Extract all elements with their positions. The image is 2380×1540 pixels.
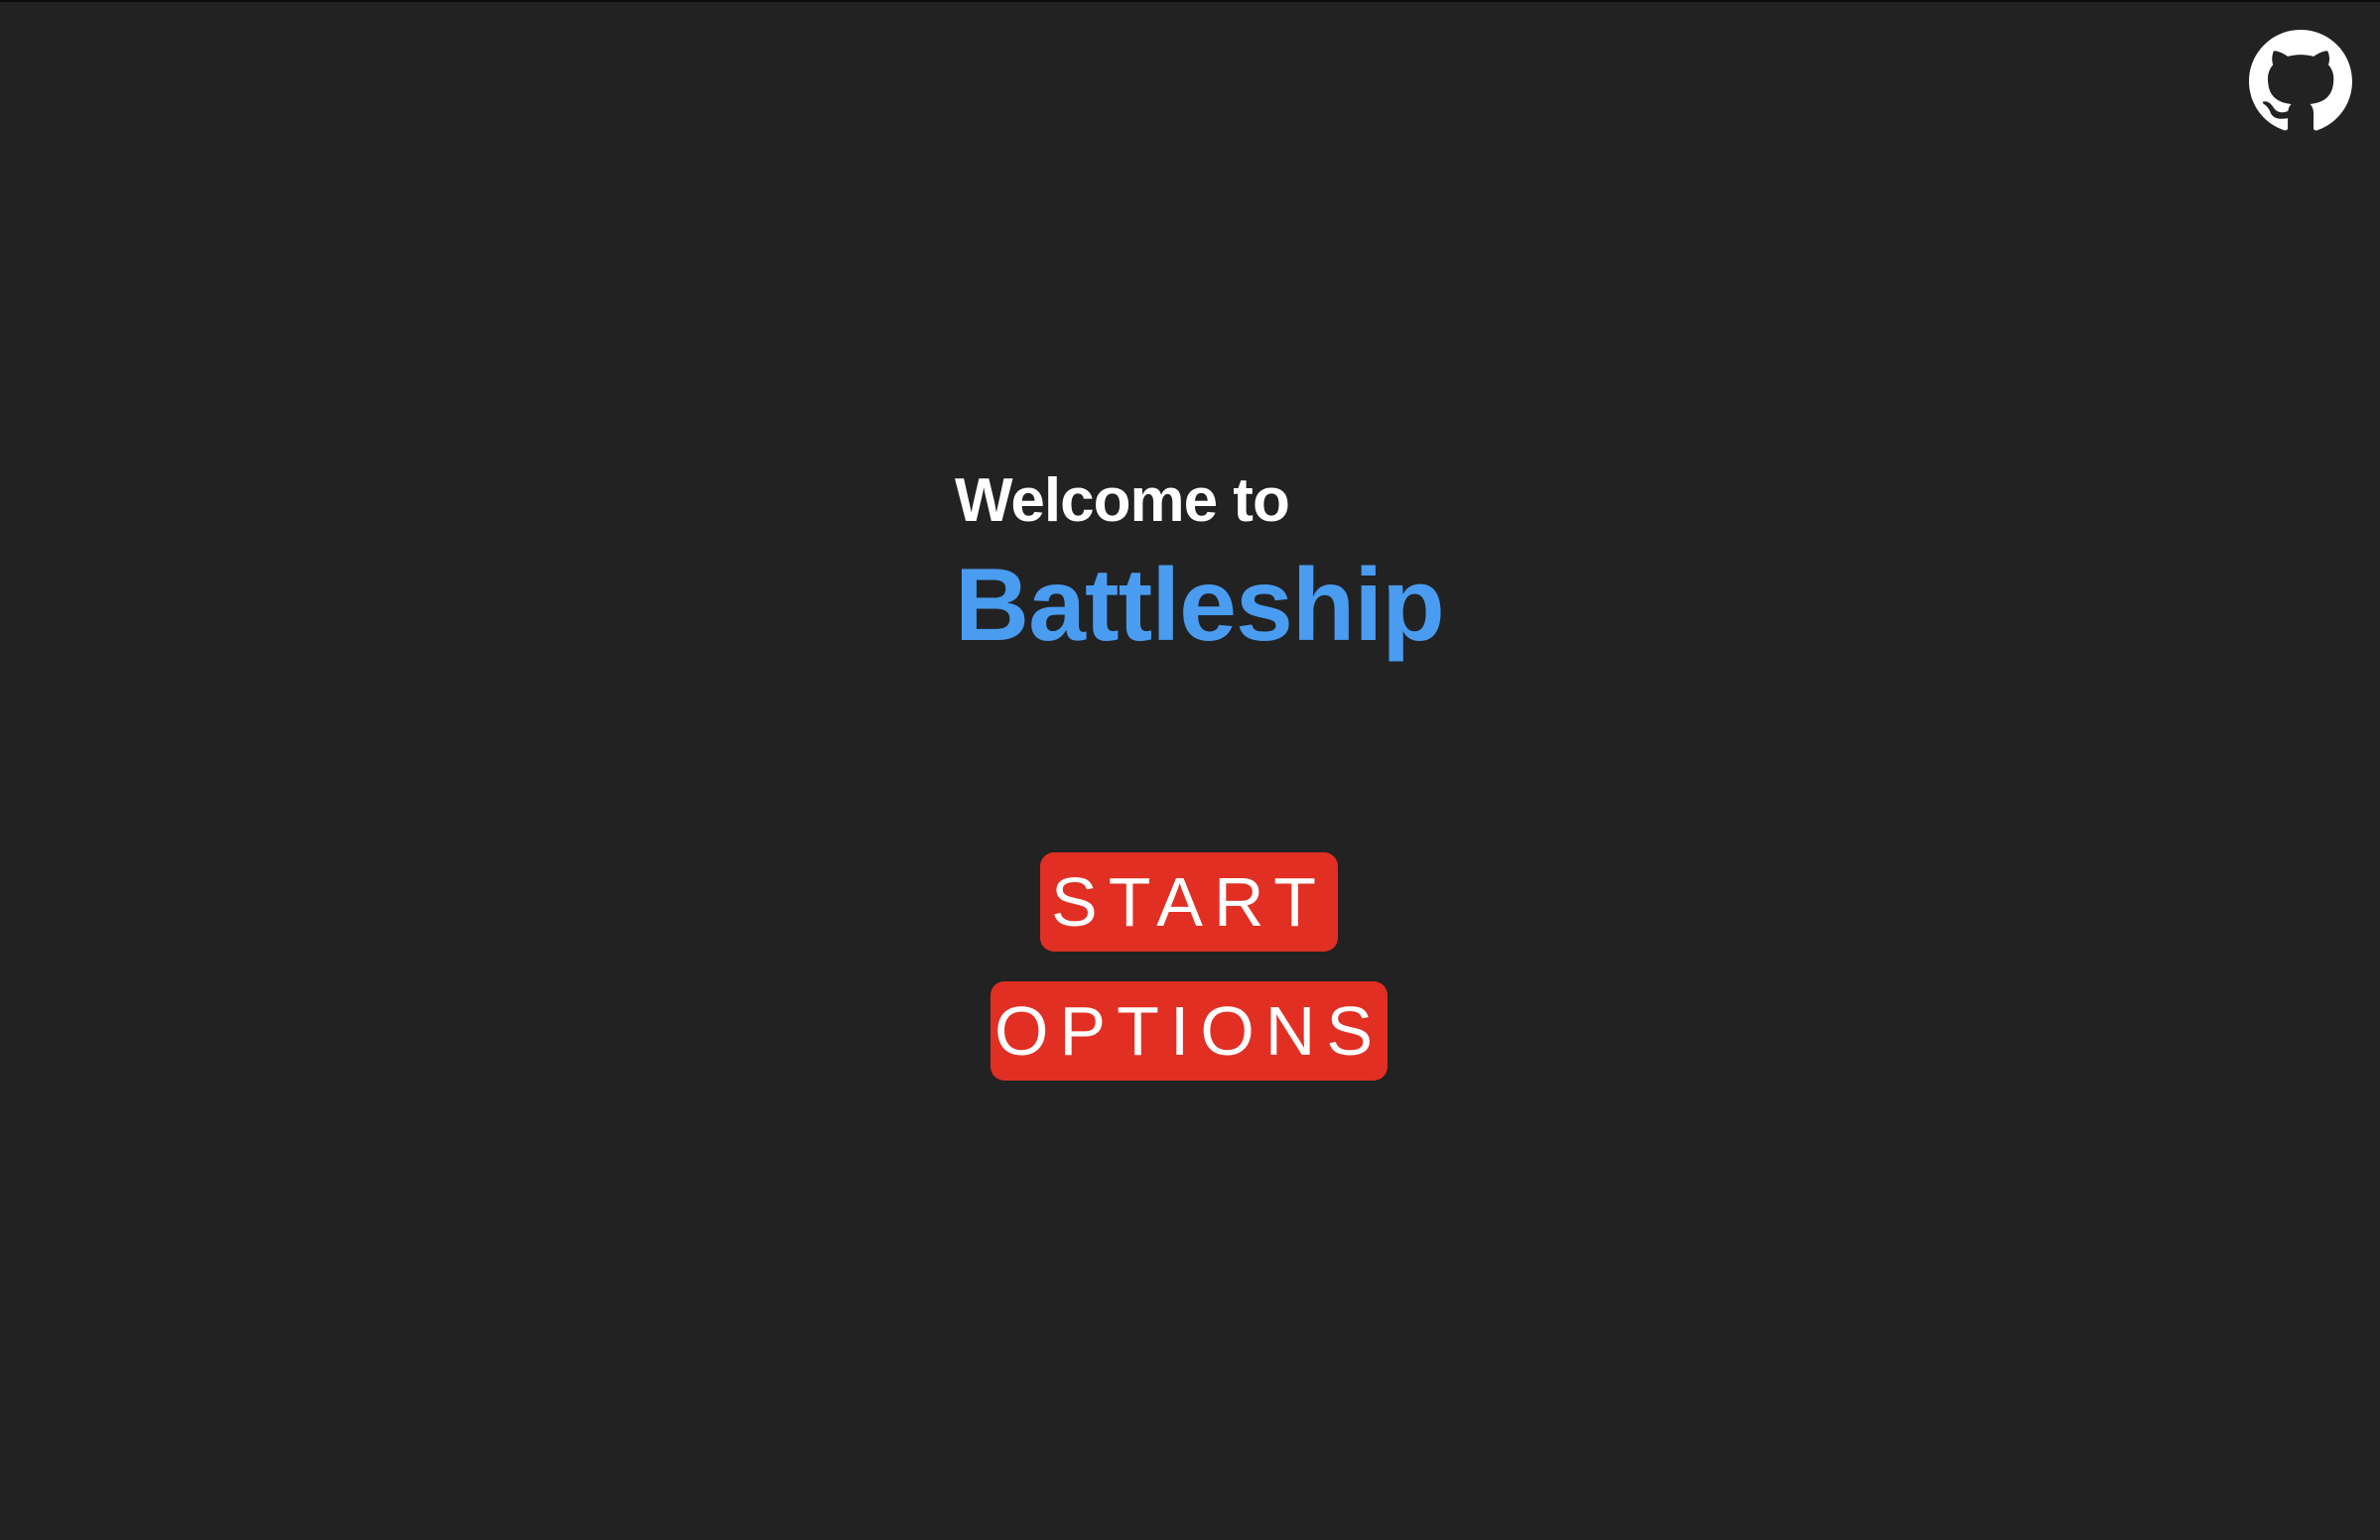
- top-border: [0, 0, 2380, 2]
- github-icon: [2249, 30, 2352, 131]
- title-block: Welcome to Battleship: [955, 458, 1445, 667]
- welcome-heading: Welcome to: [955, 466, 1290, 535]
- github-link[interactable]: [2249, 30, 2352, 133]
- start-button[interactable]: START: [1040, 852, 1338, 952]
- game-title: Battleship: [955, 548, 1445, 663]
- options-button[interactable]: OPTIONS: [991, 981, 1388, 1081]
